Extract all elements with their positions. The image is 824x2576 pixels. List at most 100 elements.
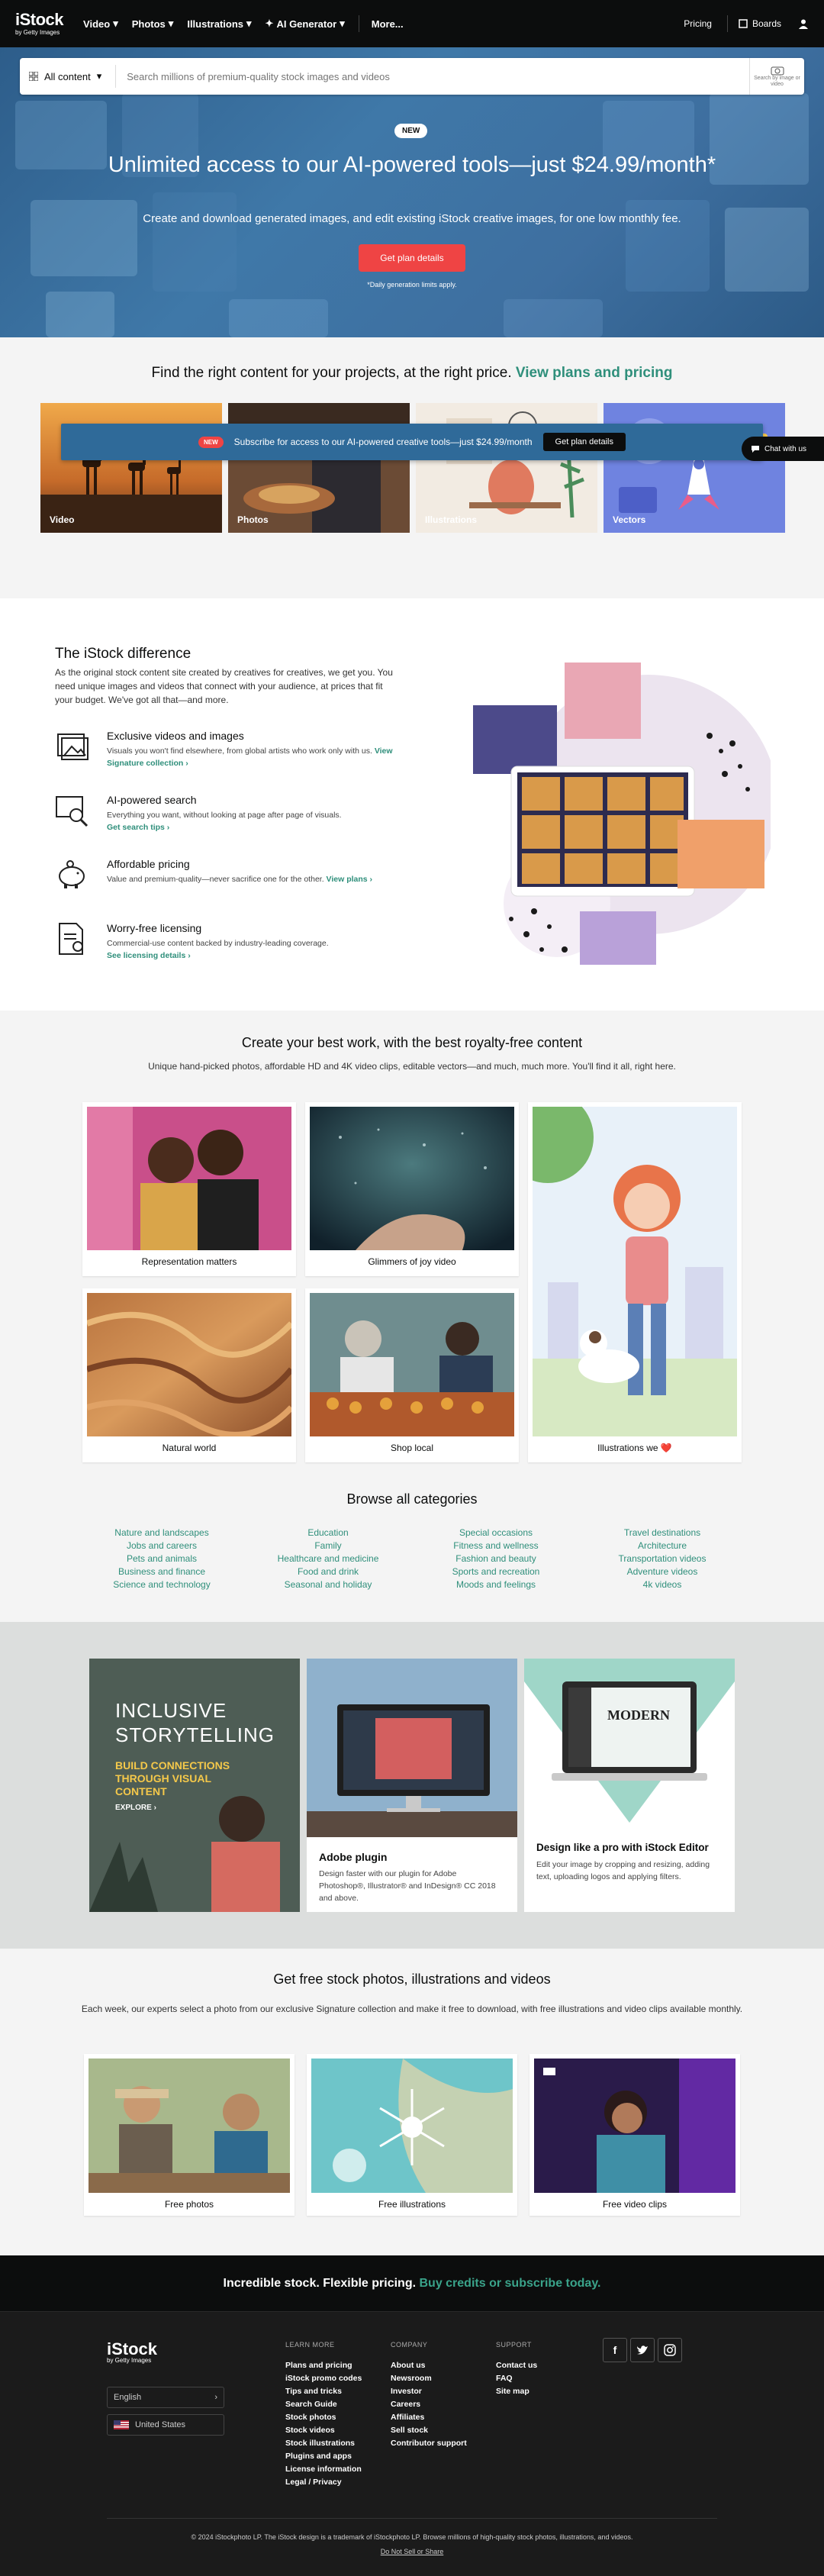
view-plans-link[interactable]: View plans and pricing [516,365,673,381]
country-select[interactable]: United States [107,2414,224,2436]
category-link[interactable]: Business and finance [78,1565,246,1578]
nav-illustrations[interactable]: Illustrations ▾ [187,18,251,30]
hero-subtitle: Create and download generated images, an… [143,212,681,225]
category-link[interactable]: Jobs and careers [78,1539,246,1552]
editor-desc: Edit your image by cropping and resizing… [536,1860,710,1881]
category-tile-vectors[interactable]: Vectors [604,403,785,533]
nav-more[interactable]: More... [372,18,404,30]
footer-link[interactable]: Site map [496,2385,537,2398]
footer-link[interactable]: Contributor support [391,2437,467,2450]
editor-screen-word: MODERN [607,1707,670,1723]
banner-get-plan-button[interactable]: Get plan details [542,433,626,451]
adobe-plugin-card[interactable]: Adobe plugin Design faster with our plug… [307,1659,517,1912]
istock-logo[interactable]: iStock by Getty Images [15,11,64,36]
category-link[interactable]: Science and technology [78,1578,246,1591]
chat-button[interactable]: Chat with us [742,437,824,461]
category-link[interactable]: Family [244,1539,412,1552]
twitter-icon[interactable] [630,2338,655,2362]
footer-link[interactable]: License information [285,2463,362,2476]
category-link[interactable]: Sports and recreation [412,1565,580,1578]
adobe-plugin-title: Adobe plugin [319,1851,388,1863]
category-link[interactable]: Fashion and beauty [412,1552,580,1565]
free-illustrations-card[interactable]: Free illustrations [307,2054,517,2216]
free-photos-card[interactable]: Free photos [84,2054,295,2216]
instagram-icon[interactable] [658,2338,682,2362]
card-representation[interactable]: Representation matters [82,1102,296,1276]
footer-link[interactable]: Affiliates [391,2411,467,2424]
category-tile-photos[interactable]: Photos [228,403,410,533]
footer-learn-more: LEARN MORE Plans and pricing iStock prom… [285,2341,362,2489]
footer-link[interactable]: Stock videos [285,2424,362,2437]
free-title: Get free stock photos, illustrations and… [273,1971,551,1987]
nav-photos[interactable]: Photos ▾ [132,18,174,30]
category-link[interactable]: Fitness and wellness [412,1539,580,1552]
couple-photo-image [87,1107,291,1250]
footer-link[interactable]: Stock photos [285,2411,362,2424]
category-tile-illustrations[interactable]: Illustrations [416,403,597,533]
category-link[interactable]: Moods and feelings [412,1578,580,1591]
category-link[interactable]: Healthcare and medicine [244,1552,412,1565]
do-not-sell-link[interactable]: Do Not Sell or Share [0,2548,824,2555]
card-natural-world[interactable]: Natural world [82,1288,296,1462]
user-icon[interactable] [798,18,809,29]
footer-link[interactable]: Careers [391,2398,467,2411]
istock-editor-card[interactable]: MODERN Design like a pro with iStock Edi… [524,1659,735,1912]
footer-logo[interactable]: iStock by Getty Images [107,2341,157,2364]
promo-section: INCLUSIVE STORYTELLING BUILD CONNECTIONS… [0,1622,824,1949]
nav-ai-generator[interactable]: ✦ AI Generator ▾ [266,18,345,30]
get-plan-details-button[interactable]: Get plan details [359,244,465,272]
boards-button[interactable]: Boards [739,18,781,29]
subscribe-banner: NEW Subscribe for access to our AI-power… [61,424,763,460]
category-link[interactable]: Nature and landscapes [78,1527,246,1539]
category-link[interactable]: Travel destinations [578,1527,746,1539]
category-link[interactable]: Education [244,1527,412,1539]
footer-link[interactable]: FAQ [496,2372,537,2385]
footer-link[interactable]: Plugins and apps [285,2450,362,2463]
card-illustrations[interactable]: Illustrations we ❤️ [528,1102,742,1462]
category-link[interactable]: Food and drink [244,1565,412,1578]
footer-link[interactable]: Investor [391,2385,467,2398]
search-tips-link[interactable]: Get search tips › [107,823,169,832]
language-select[interactable]: English › [107,2387,224,2408]
footer-link[interactable]: Search Guide [285,2398,362,2411]
footer-link[interactable]: Newsroom [391,2372,467,2385]
facebook-icon[interactable]: f [603,2338,627,2362]
inclusive-storytelling-card[interactable]: INCLUSIVE STORYTELLING BUILD CONNECTIONS… [89,1659,300,1912]
category-link[interactable]: Special occasions [412,1527,580,1539]
best-work-subtitle: Unique hand-picked photos, affordable HD… [148,1061,676,1072]
footer-link[interactable]: Plans and pricing [285,2359,362,2372]
nav-video[interactable]: Video ▾ [83,18,118,30]
difference-intro: As the original stock content site creat… [55,667,393,705]
explore-link[interactable]: EXPLORE › [115,1804,156,1812]
search-input[interactable] [116,70,749,82]
footer-link[interactable]: Sell stock [391,2424,467,2437]
category-link[interactable]: Pets and animals [78,1552,246,1565]
footer-link[interactable]: Contact us [496,2359,537,2372]
buy-credits-link[interactable]: Buy credits or subscribe today. [419,2277,600,2290]
find-heading: Find the right content for your projects… [151,365,673,381]
rocket-vector-image [604,403,785,533]
nav-pricing-link[interactable]: Pricing [684,18,712,29]
category-link[interactable]: 4k videos [578,1578,746,1591]
category-link[interactable]: Architecture [578,1539,746,1552]
category-link[interactable]: Adventure videos [578,1565,746,1578]
free-video-card[interactable]: Free video clips [529,2054,740,2216]
footer-link[interactable]: About us [391,2359,467,2372]
view-plans-link[interactable]: View plans › [327,875,373,884]
search-by-image-button[interactable]: Search by image or video [749,58,804,95]
content-type-select[interactable]: All content ▾ [20,65,117,88]
card-shop-local[interactable]: Shop local [305,1288,519,1462]
footer-link[interactable]: Tips and tricks [285,2385,362,2398]
licensing-details-link[interactable]: See licensing details › [107,951,191,960]
best-work-title: Create your best work, with the best roy… [241,1035,583,1050]
footer-link[interactable]: Stock illustrations [285,2437,362,2450]
men-table-photo-image [89,2059,290,2193]
category-link[interactable]: Transportation videos [578,1552,746,1565]
footer-link[interactable]: Legal / Privacy [285,2476,362,2489]
category-link[interactable]: Seasonal and holiday [244,1578,412,1591]
footer-link[interactable]: iStock promo codes [285,2372,362,2385]
category-tile-video[interactable]: Video [40,403,222,533]
boards-icon [739,19,748,28]
chevron-down-icon: ▾ [168,18,174,29]
card-glimmers[interactable]: Glimmers of joy video [305,1102,519,1276]
